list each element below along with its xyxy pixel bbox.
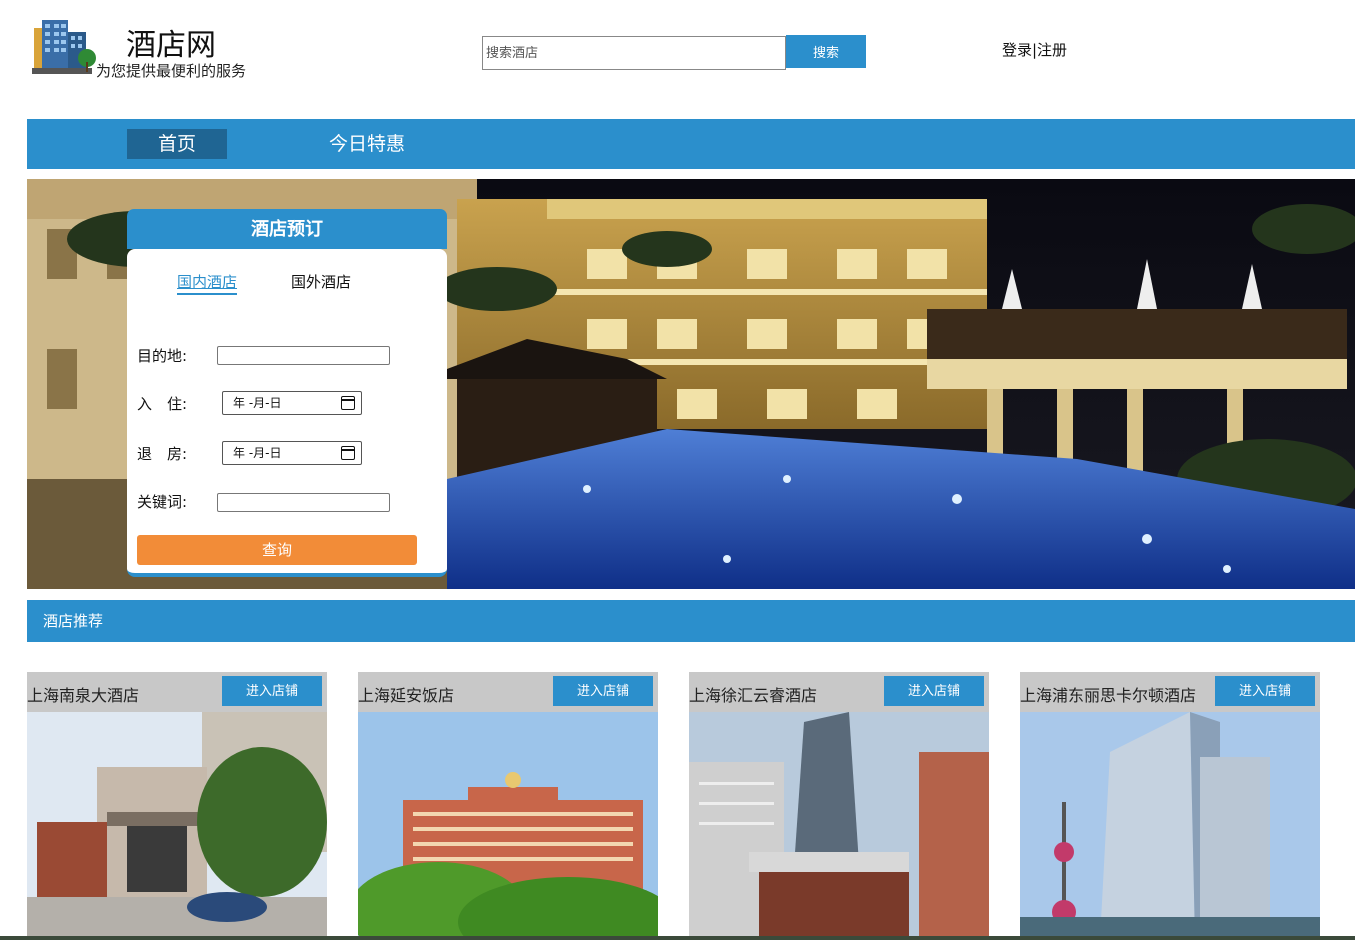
- calendar-icon[interactable]: [341, 446, 355, 460]
- site-slogan: 为您提供最便利的服务: [96, 62, 247, 80]
- recommend-section-title: 酒店推荐: [27, 600, 1355, 642]
- login-register-link[interactable]: 登录|注册: [1002, 39, 1067, 60]
- hotel-card-header: 上海浦东丽思卡尔顿酒店 进入店铺: [1020, 672, 1320, 712]
- enter-store-button[interactable]: 进入店铺: [553, 676, 653, 706]
- tab-overseas-hotels[interactable]: 国外酒店: [291, 271, 351, 292]
- checkin-date-value: 年 -月-日: [233, 396, 282, 410]
- hotel-card: 上海浦东丽思卡尔顿酒店 进入店铺: [1020, 672, 1320, 940]
- destination-label: 目的地:: [137, 347, 188, 365]
- tab-domestic-hotels[interactable]: 国内酒店: [177, 271, 238, 295]
- hotel-name: 上海延安饭店: [358, 686, 455, 705]
- hero-banner: 酒店预订 国内酒店 国外酒店 目的地: 入 住: 年 -月-日 退 房: 年 -…: [27, 179, 1355, 589]
- site-title: 酒店网: [126, 28, 216, 63]
- enter-store-button[interactable]: 进入店铺: [1215, 676, 1315, 706]
- hotel-photo[interactable]: [689, 712, 989, 940]
- hotel-card: 上海延安饭店 进入店铺: [358, 672, 658, 940]
- hotel-name: 上海徐汇云睿酒店: [689, 686, 818, 705]
- keyword-field[interactable]: [217, 493, 390, 512]
- checkin-label: 入 住:: [137, 395, 188, 413]
- search-input[interactable]: [482, 36, 786, 70]
- hotel-logo-icon[interactable]: [30, 18, 98, 78]
- hotel-name: 上海浦东丽思卡尔顿酒店: [1020, 686, 1197, 705]
- hotel-photo[interactable]: [1020, 712, 1320, 940]
- booking-title: 酒店预订: [127, 209, 447, 249]
- search-button[interactable]: 搜索: [786, 35, 866, 68]
- keyword-label: 关键词:: [137, 493, 188, 511]
- site-header: 酒店网 为您提供最便利的服务 搜索 登录|注册: [0, 0, 1355, 110]
- nav-item-deals[interactable]: 今日特惠: [317, 129, 417, 159]
- hotel-card: 上海徐汇云睿酒店 进入店铺: [689, 672, 989, 940]
- hotel-card-header: 上海徐汇云睿酒店 进入店铺: [689, 672, 989, 712]
- booking-form: 国内酒店 国外酒店 目的地: 入 住: 年 -月-日 退 房: 年 -月-日 关…: [127, 249, 447, 577]
- enter-store-button[interactable]: 进入店铺: [884, 676, 984, 706]
- hotel-photo[interactable]: [358, 712, 658, 940]
- checkout-date-value: 年 -月-日: [233, 446, 282, 460]
- booking-panel: 酒店预订 国内酒店 国外酒店 目的地: 入 住: 年 -月-日 退 房: 年 -…: [127, 209, 447, 577]
- page-bottom-divider: [0, 936, 1355, 940]
- hotel-name: 上海南泉大酒店: [27, 686, 140, 705]
- checkin-date-field[interactable]: 年 -月-日: [222, 391, 362, 415]
- checkout-date-field[interactable]: 年 -月-日: [222, 441, 362, 465]
- hotel-card-header: 上海延安饭店 进入店铺: [358, 672, 658, 712]
- calendar-icon[interactable]: [341, 396, 355, 410]
- nav-item-home[interactable]: 首页: [127, 129, 227, 159]
- main-nav: 首页 今日特惠: [27, 119, 1355, 169]
- hotel-card: 上海南泉大酒店 进入店铺: [27, 672, 327, 940]
- hotel-card-header: 上海南泉大酒店 进入店铺: [27, 672, 327, 712]
- enter-store-button[interactable]: 进入店铺: [222, 676, 322, 706]
- hotel-photo[interactable]: [27, 712, 327, 940]
- query-button[interactable]: 查询: [137, 535, 417, 565]
- destination-field[interactable]: [217, 346, 390, 365]
- checkout-label: 退 房:: [137, 445, 188, 463]
